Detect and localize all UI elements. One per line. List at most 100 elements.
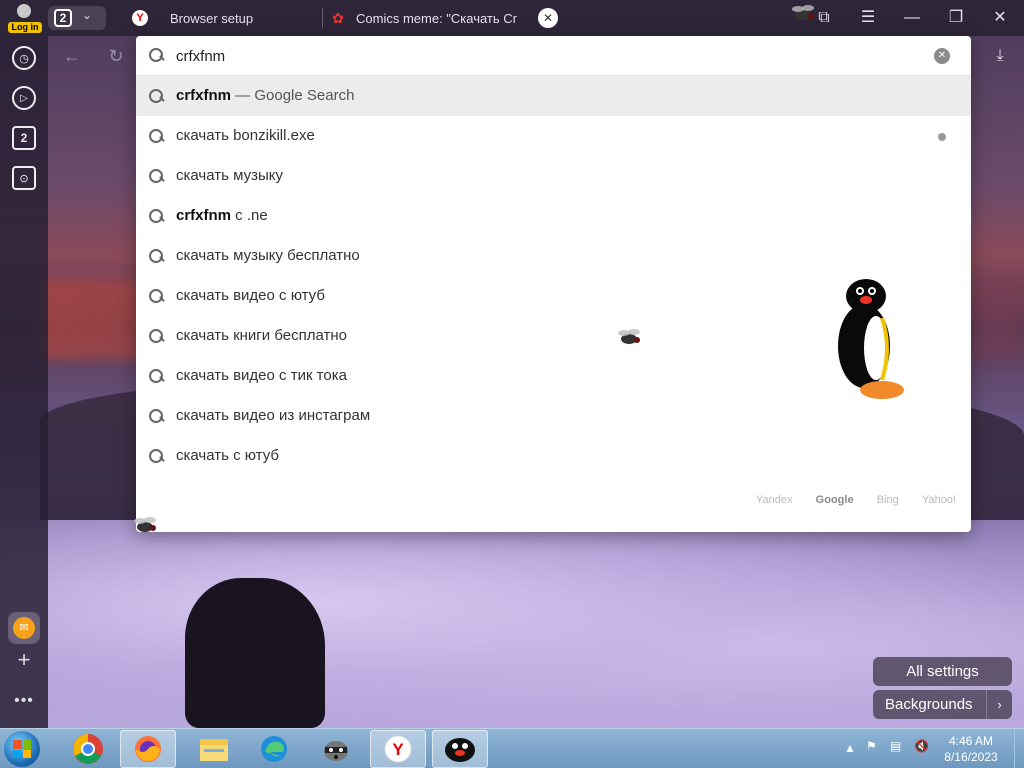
tab-separator — [322, 8, 323, 28]
suggestion-item[interactable]: crfxfnm с .ne — [136, 196, 971, 236]
suggestion-text: скачать bonzikill.exe — [176, 127, 315, 144]
taskbar-edge[interactable] — [246, 730, 302, 768]
media-play-icon[interactable]: ▷ — [12, 86, 36, 110]
close-window-button[interactable]: ✕ — [978, 0, 1022, 36]
comics-icon: ✿ — [332, 9, 344, 26]
chevron-down-icon: ⌄ — [82, 8, 93, 22]
start-button[interactable] — [4, 731, 40, 767]
action-center-icon[interactable]: ⚑ — [866, 739, 882, 768]
suggestion-text: скачать с ютуб — [176, 447, 279, 464]
edge-icon — [261, 736, 287, 762]
yandex-y-icon: Y — [132, 10, 148, 26]
chrome-icon — [73, 734, 103, 764]
mail-icon: ✉ — [13, 617, 35, 639]
clear-icon[interactable]: ✕ — [934, 48, 950, 64]
folder-icon — [200, 739, 228, 761]
reload-icon[interactable]: ↻ — [104, 44, 128, 68]
suggestion-text: скачать музыку — [176, 167, 283, 184]
tab-title: Browser setup — [170, 10, 254, 26]
engine-yandex[interactable]: Yandex — [756, 494, 793, 506]
search-engine-switcher: Yandex Google Bing Yahoo! — [756, 494, 956, 506]
backgrounds-button[interactable]: Backgrounds › — [873, 690, 1012, 719]
suggestion-item[interactable]: скачать музыку бесплатно — [136, 236, 971, 276]
maximize-button[interactable]: ❐ — [934, 0, 978, 36]
taskbar-yandex-browser[interactable]: Y — [370, 730, 426, 768]
taskbar-explorer[interactable] — [186, 730, 242, 768]
download-icon[interactable]: ⤓ — [988, 44, 1012, 68]
all-settings-button[interactable]: All settings — [873, 657, 1012, 686]
suggestion-bold: crfxfnm — [176, 87, 232, 104]
suggestion-bold: crfxfnm — [176, 207, 232, 224]
suggestion-text: скачать книги бесплатно — [176, 327, 347, 344]
tab-title: Comics meme: "Скачать Cr — [356, 10, 517, 26]
suggestion-text: скачать видео с тик тока — [176, 367, 347, 384]
rock-peak — [185, 578, 325, 728]
address-bar: ✕ — [136, 36, 971, 76]
engine-google[interactable]: Google — [816, 494, 854, 506]
search-icon — [148, 368, 164, 384]
taskbar-pingu-app[interactable] — [432, 730, 488, 768]
menu-icon[interactable]: ☰ — [846, 0, 890, 36]
search-icon — [148, 448, 164, 464]
search-icon — [148, 248, 164, 264]
pingu-face-icon — [445, 738, 475, 762]
address-input[interactable] — [176, 44, 876, 68]
tab-count: 2 — [54, 9, 72, 27]
clock-time: 4:46 AM — [948, 734, 994, 748]
taskbar-firefox[interactable] — [120, 730, 176, 768]
clock[interactable]: 4:46 AM 8/16/2023 — [936, 733, 1006, 765]
back-icon[interactable]: ← — [60, 44, 84, 68]
suggestion-text: — Google Search — [231, 87, 355, 104]
pingu-penguin-icon — [838, 279, 904, 399]
suggestion-text: с .ne — [231, 207, 268, 224]
taskbar-raccoon-app[interactable] — [308, 730, 364, 768]
taskbar-chrome[interactable] — [60, 730, 116, 768]
remove-suggestion-dot[interactable] — [938, 133, 946, 141]
suggestion-item[interactable]: скачать bonzikill.exe — [136, 116, 971, 156]
suggestion-item[interactable]: скачать видео из инстаграм — [136, 396, 971, 436]
show-desktop-button[interactable] — [1014, 729, 1024, 768]
volume-mute-icon[interactable]: 🔇 — [914, 739, 932, 768]
fly-icon — [792, 5, 814, 20]
taskbar: Y ▲ ⚑ ▤ 🔇 4:46 AM 8/16/2023 — [0, 728, 1024, 768]
search-icon — [148, 88, 164, 104]
close-tab-icon[interactable]: ✕ — [538, 8, 558, 28]
mail-button[interactable]: ✉ — [8, 612, 40, 644]
add-icon[interactable]: + — [12, 648, 36, 672]
tab-browser-setup[interactable]: Y Browser setup — [132, 0, 322, 36]
tab-comics-meme[interactable]: ✿ Comics meme: "Скачать Cr — [330, 0, 530, 36]
login-button[interactable]: Log in — [6, 2, 42, 34]
engine-bing[interactable]: Bing — [877, 494, 899, 506]
suggestion-item[interactable]: скачать музыку — [136, 156, 971, 196]
search-icon — [148, 328, 164, 344]
search-icon — [148, 47, 164, 63]
suggestion-item[interactable]: crfxfnm — Google Search — [136, 76, 971, 116]
minimize-button[interactable]: — — [890, 0, 934, 36]
svg-text:Y: Y — [392, 740, 404, 759]
raccoon-icon — [324, 741, 348, 761]
suggestion-text: скачать видео из инстаграм — [176, 407, 371, 424]
tabs-icon[interactable]: 2 — [12, 126, 36, 150]
tab-count-button[interactable]: 2 ⌄ — [48, 6, 106, 30]
chevron-right-icon[interactable]: › — [986, 690, 1012, 719]
sidebar: ◷ ▷ 2 ⊙ ✉ + ••• — [0, 36, 48, 728]
screenshot-icon[interactable]: ⊙ — [12, 166, 36, 190]
fly-icon — [618, 329, 640, 344]
suggestion-text: скачать музыку бесплатно — [176, 247, 360, 264]
search-icon — [148, 128, 164, 144]
cloud-sea — [0, 520, 1024, 728]
more-icon[interactable]: ••• — [12, 692, 36, 712]
history-icon[interactable]: ◷ — [12, 46, 36, 70]
fly-icon — [134, 517, 156, 532]
tray-expand-icon[interactable]: ▲ — [844, 741, 856, 768]
search-icon — [148, 408, 164, 424]
network-icon[interactable]: ▤ — [890, 739, 908, 768]
suggestion-item[interactable]: скачать с ютуб — [136, 436, 971, 476]
windows-logo-icon — [13, 740, 31, 758]
clock-date: 8/16/2023 — [944, 750, 998, 764]
tab-bar: Log in 2 ⌄ Y Browser setup ✿ Comics meme… — [0, 0, 1024, 36]
firefox-icon — [135, 736, 161, 762]
engine-yahoo[interactable]: Yahoo! — [922, 494, 956, 506]
backgrounds-label: Backgrounds — [885, 696, 973, 713]
yandex-browser-icon: Y — [384, 735, 412, 763]
